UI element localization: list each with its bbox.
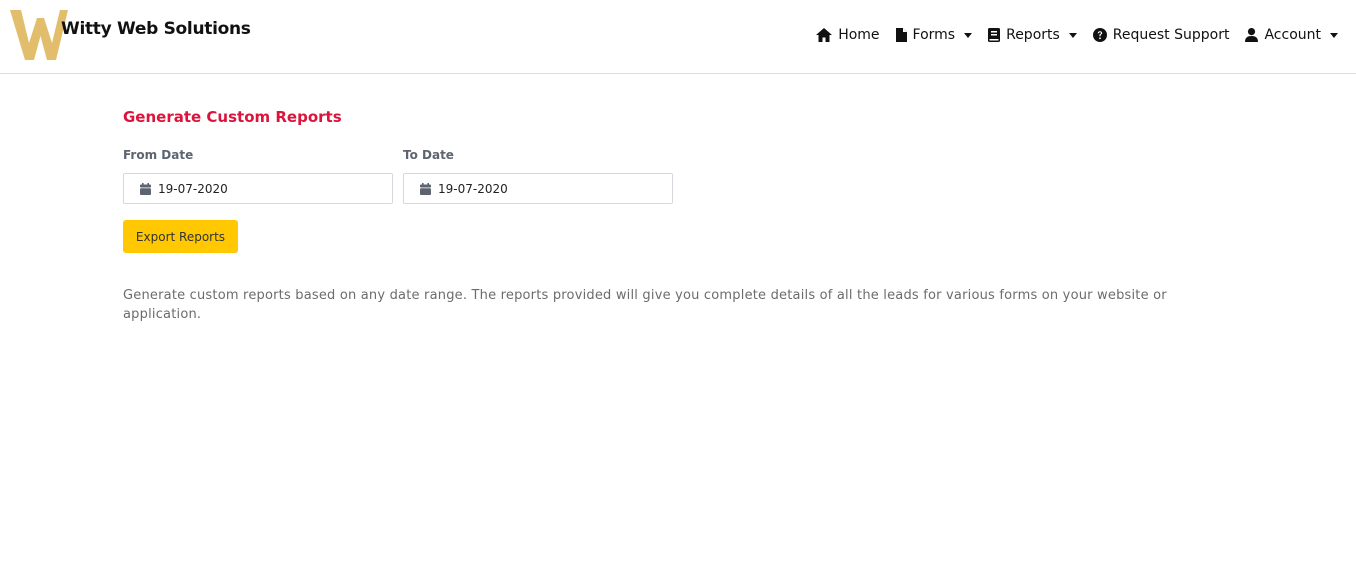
- nav-forms[interactable]: Forms: [895, 27, 973, 43]
- home-icon: [816, 28, 833, 42]
- user-icon: [1245, 28, 1259, 42]
- page-title: Generate Custom Reports: [123, 108, 342, 126]
- chevron-down-icon: [964, 32, 973, 38]
- nav-reports[interactable]: Reports: [988, 27, 1077, 43]
- book-icon: [988, 28, 1001, 42]
- nav-account-label: Account: [1264, 27, 1321, 43]
- nav-home-label: Home: [838, 27, 880, 43]
- top-navbar: Witty Web Solutions Home Forms Reports R…: [0, 0, 1356, 74]
- chevron-down-icon: [1330, 32, 1338, 38]
- calendar-icon: [420, 182, 431, 195]
- main-nav: Home Forms Reports Request Support Accou…: [816, 24, 1338, 46]
- to-date-value: 19-07-2020: [438, 181, 508, 196]
- nav-forms-label: Forms: [912, 27, 956, 43]
- nav-request-support-label: Request Support: [1112, 27, 1230, 43]
- file-icon: [895, 28, 907, 42]
- from-date-label: From Date: [123, 148, 194, 162]
- nav-request-support[interactable]: Request Support: [1092, 27, 1230, 43]
- from-date-input[interactable]: 19-07-2020: [123, 173, 393, 204]
- question-circle-icon: [1092, 28, 1107, 42]
- to-date-label: To Date: [403, 148, 454, 162]
- report-description: Generate custom reports based on any dat…: [123, 288, 1167, 322]
- export-reports-button[interactable]: Export Reports: [123, 220, 238, 253]
- chevron-down-icon: [1068, 32, 1077, 38]
- nav-reports-label: Reports: [1006, 27, 1060, 43]
- nav-home[interactable]: Home: [816, 27, 880, 43]
- calendar-icon: [140, 182, 151, 195]
- nav-account[interactable]: Account: [1245, 27, 1338, 43]
- brand-name: Witty Web Solutions: [61, 19, 251, 39]
- to-date-input[interactable]: 19-07-2020: [403, 173, 673, 204]
- from-date-value: 19-07-2020: [158, 181, 228, 196]
